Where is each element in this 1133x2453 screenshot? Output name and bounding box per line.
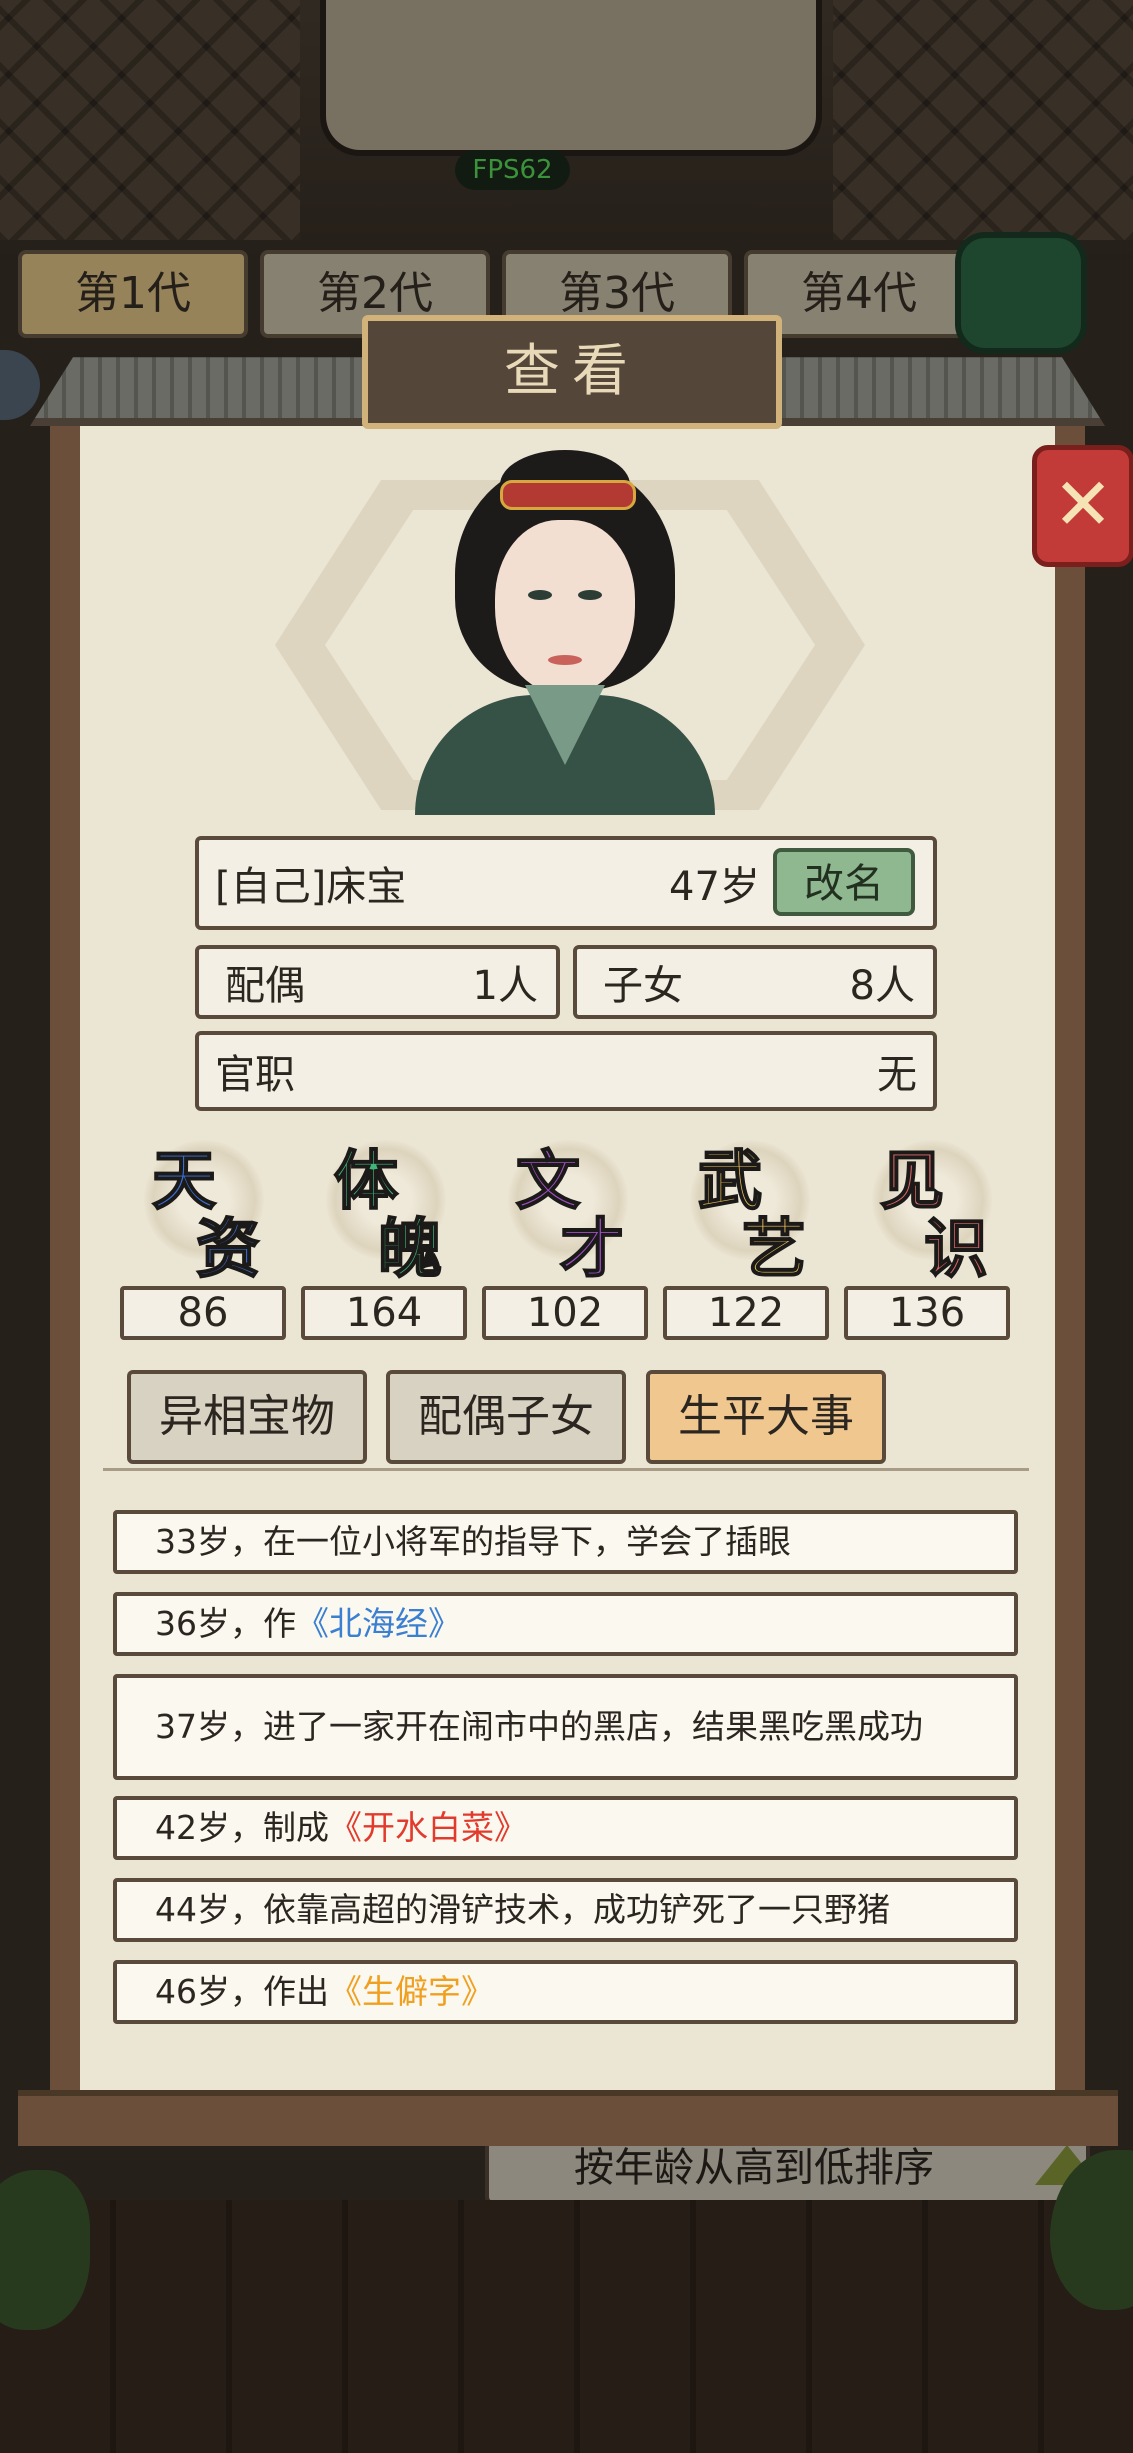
portrait-eye-right: [578, 590, 602, 600]
event-item: 36岁，作 《北海经》: [113, 1592, 1018, 1656]
event-item: 33岁，在一位小将军的指导下，学会了插眼: [113, 1510, 1018, 1574]
office-value: 无: [877, 1052, 917, 1098]
tab-family[interactable]: 配偶子女: [386, 1370, 626, 1464]
portrait-face: [495, 520, 635, 695]
portrait-lips: [548, 655, 582, 665]
portrait-eye-left: [528, 590, 552, 600]
character-name: [自己]床宝: [215, 864, 407, 910]
book-title: 《生僻字》: [329, 1972, 494, 2011]
event-item: 44岁，依靠高超的滑铲技术，成功铲死了一只野猪: [113, 1878, 1018, 1942]
portrait-hair-ornament: [500, 480, 636, 510]
book-title: 《开水白菜》: [329, 1808, 527, 1847]
children-label: 子女: [603, 963, 683, 1009]
office-label: 官职: [215, 1052, 295, 1098]
event-item: 42岁，制成 《开水白菜》: [113, 1796, 1018, 1860]
children-value: 8人: [849, 963, 915, 1009]
panel-title: 查看: [362, 315, 782, 429]
stat-talent-value: 86: [120, 1286, 286, 1340]
stat-knowledge-value: 136: [844, 1286, 1010, 1340]
book-title: 《北海经》: [296, 1604, 461, 1643]
stat-talent-label: 天 资: [134, 1130, 274, 1288]
spouse-label: 配偶: [225, 963, 305, 1009]
stat-physique-label: 体 魄: [316, 1130, 456, 1288]
stat-literary-value: 102: [482, 1286, 648, 1340]
office-row: 官职 无: [195, 1031, 937, 1111]
tab-life-events[interactable]: 生平大事: [646, 1370, 886, 1464]
panel-base: [18, 2090, 1118, 2146]
stat-martial-label: 武 艺: [680, 1130, 820, 1288]
rename-button[interactable]: 改名: [773, 848, 915, 916]
close-icon[interactable]: ✕: [1032, 445, 1133, 567]
tab-treasures[interactable]: 异相宝物: [127, 1370, 367, 1464]
spouse-row: 配偶 1人: [195, 945, 560, 1019]
children-row: 子女 8人: [573, 945, 937, 1019]
stat-physique-value: 164: [301, 1286, 467, 1340]
spouse-value: 1人: [472, 963, 538, 1009]
section-divider: [103, 1468, 1029, 1485]
event-item: 37岁，进了一家开在闹市中的黑店，结果黑吃黑成功: [113, 1674, 1018, 1780]
character-age: 47岁: [669, 864, 760, 910]
stat-knowledge-label: 见 识: [862, 1130, 1002, 1288]
stat-martial-value: 122: [663, 1286, 829, 1340]
stat-literary-label: 文 才: [498, 1130, 638, 1288]
character-portrait: [400, 450, 730, 815]
event-item: 46岁，作出 《生僻字》: [113, 1960, 1018, 2024]
